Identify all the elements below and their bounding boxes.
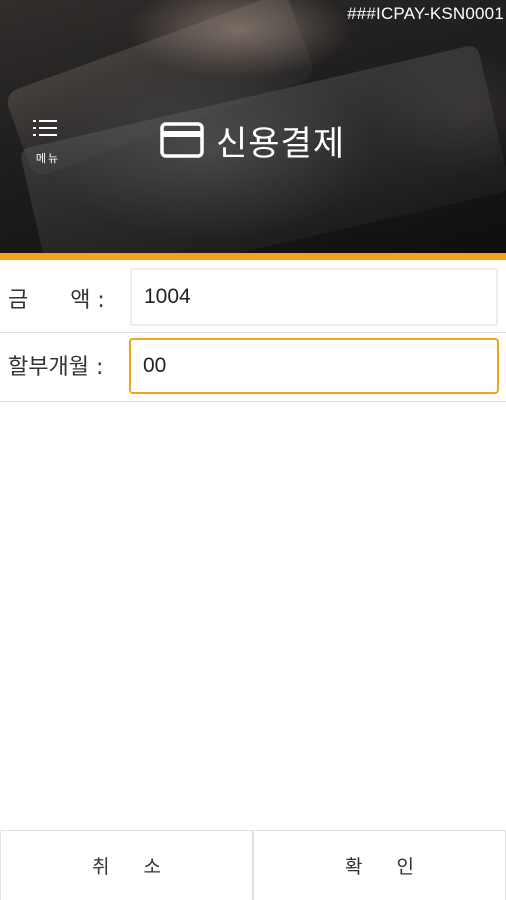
confirm-button-label: 확 인 xyxy=(345,856,428,878)
credit-card-icon xyxy=(160,122,204,158)
installment-row: 할부개월 : 00 xyxy=(0,333,506,402)
page-title: 신용결제 xyxy=(160,115,345,165)
terminal-id: ###ICPAY-KSN0001 xyxy=(347,4,504,23)
header-banner: ###ICPAY-KSN0001 메뉴 신용결제 xyxy=(0,0,506,253)
menu-button[interactable]: 메뉴 xyxy=(24,110,72,170)
cancel-button[interactable]: 취 소 xyxy=(0,831,253,900)
installment-value: 00 xyxy=(143,354,167,377)
amount-label: 금 액 : xyxy=(8,288,105,313)
amount-value: 1004 xyxy=(144,285,191,308)
amount-row: 금 액 : 1004 xyxy=(0,260,506,333)
cancel-button-label: 취 소 xyxy=(92,856,175,878)
accent-divider xyxy=(0,253,506,260)
menu-list-icon xyxy=(33,118,59,140)
action-bar: 취 소 확 인 xyxy=(0,830,506,900)
installment-field[interactable]: 00 xyxy=(129,338,499,394)
confirm-button[interactable]: 확 인 xyxy=(253,831,506,900)
installment-label: 할부개월 : xyxy=(8,355,104,380)
page-title-text: 신용결제 xyxy=(216,123,346,164)
amount-field[interactable]: 1004 xyxy=(130,268,498,326)
menu-label: 메뉴 xyxy=(35,152,61,165)
